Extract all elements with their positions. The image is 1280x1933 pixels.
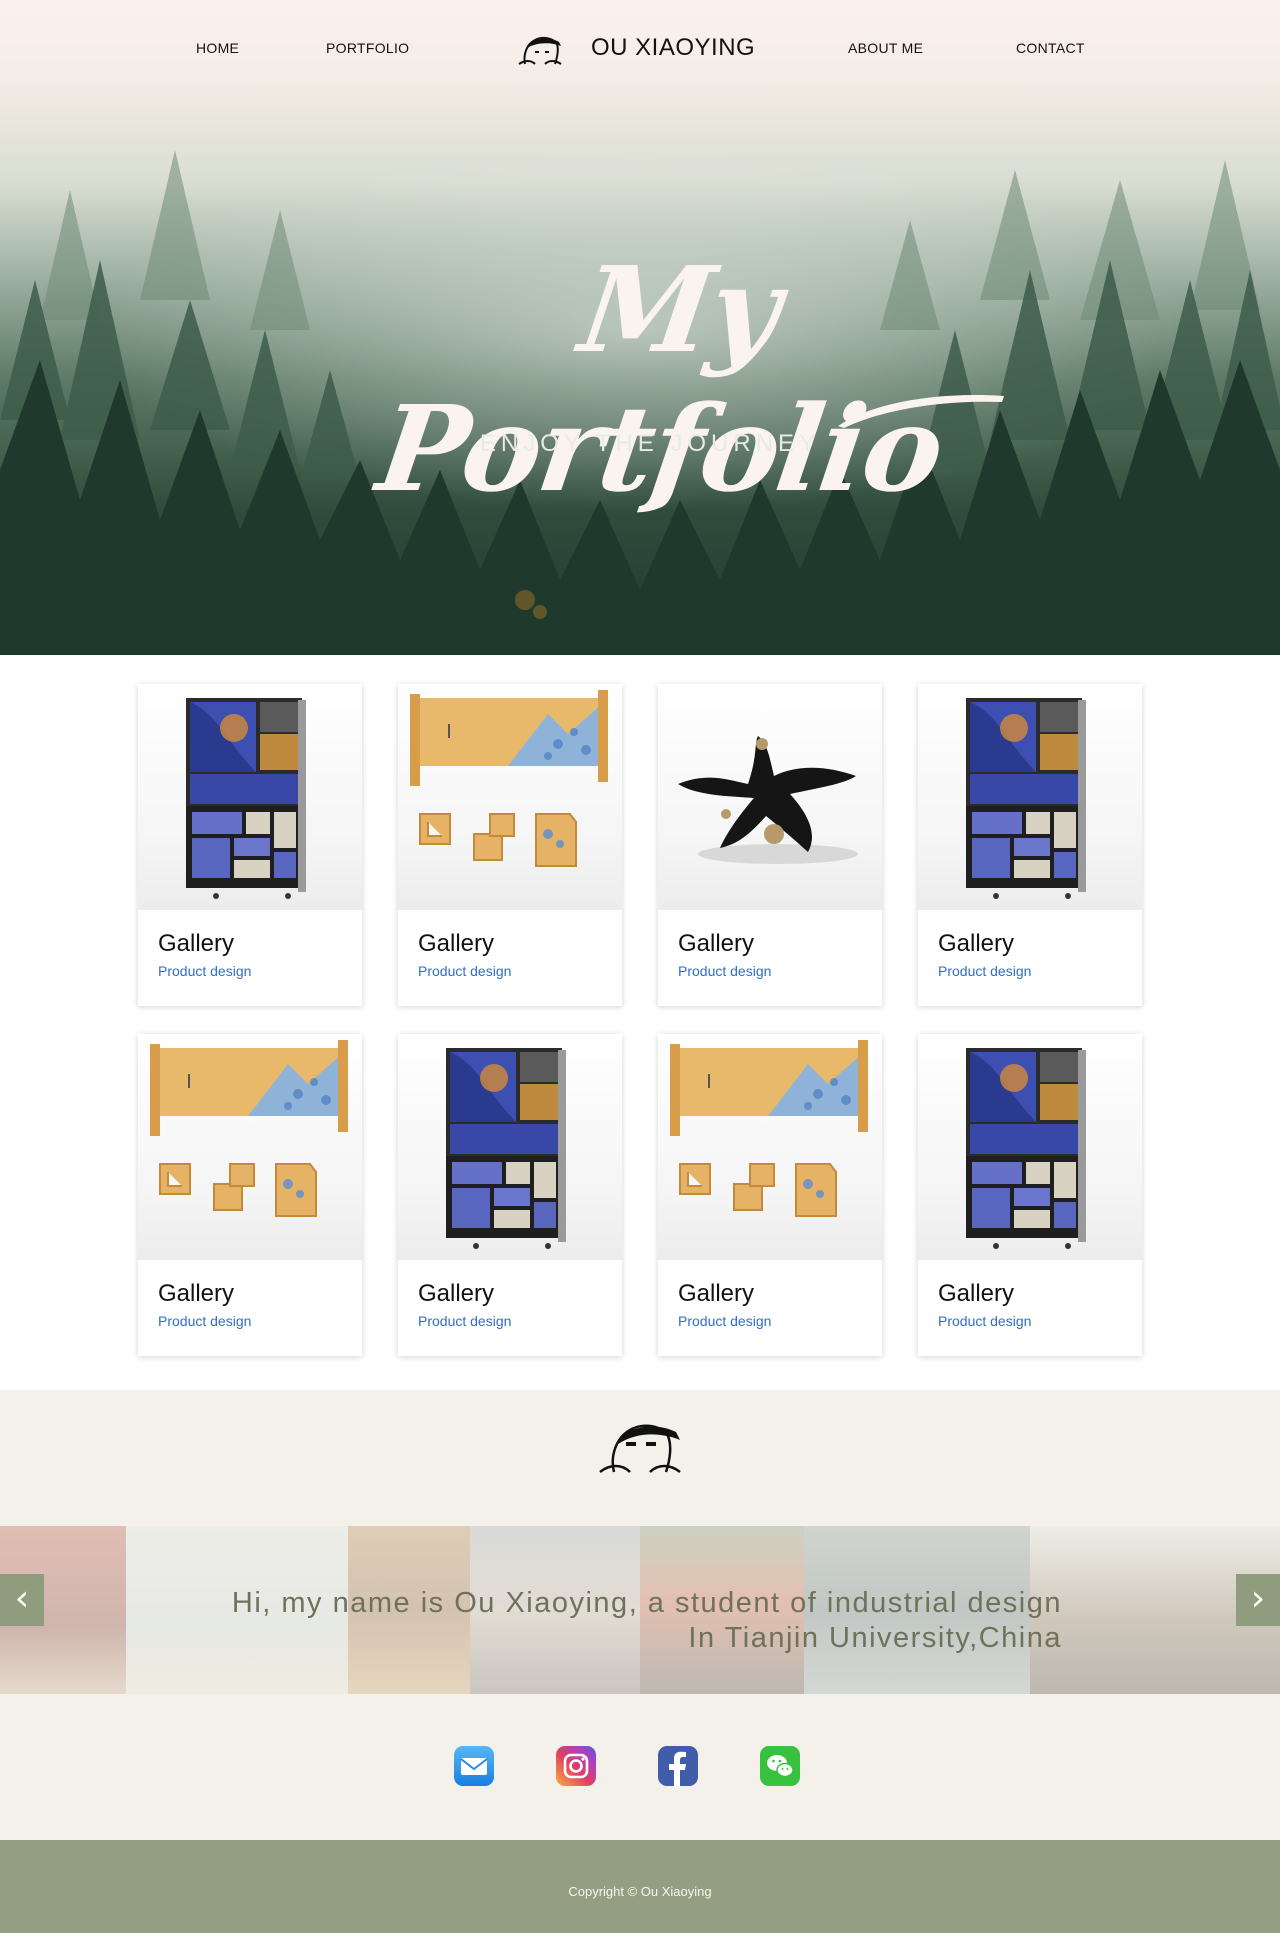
avatar-logo-icon — [518, 36, 562, 65]
card-title[interactable]: Gallery — [158, 930, 234, 958]
card-title[interactable]: Gallery — [678, 1280, 754, 1308]
footer: Copyright © Ou Xiaoying — [0, 1840, 1280, 1933]
intro-text: Hi, my name is Ou Xiaoying, a student of… — [232, 1586, 1062, 1656]
hero-banner: HOME PORTFOLIO OU XIAOYING ABOUT ME CONT… — [0, 0, 1280, 655]
copyright-text: Copyright © Ou Xiaoying — [568, 1884, 712, 1899]
card-subtitle[interactable]: Product design — [418, 963, 511, 979]
card-image[interactable] — [658, 1034, 882, 1260]
card-subtitle[interactable]: Product design — [938, 963, 1031, 979]
card-image[interactable] — [138, 684, 362, 910]
card-subtitle[interactable]: Product design — [418, 1313, 511, 1329]
nav-about[interactable]: ABOUT ME — [848, 40, 923, 56]
card-subtitle[interactable]: Product design — [938, 1313, 1031, 1329]
chevron-right-icon[interactable]: › — [1236, 1574, 1280, 1626]
hero-subtitle: ENJOY THE JOURNEY — [479, 430, 821, 457]
photo-strip: Hi, my name is Ou Xiaoying, a student of… — [0, 1526, 1280, 1694]
card-image[interactable] — [658, 684, 882, 910]
card-title[interactable]: Gallery — [938, 930, 1014, 958]
gallery-card[interactable]: Gallery Product design — [918, 684, 1142, 1006]
gallery-card[interactable]: Gallery Product design — [918, 1034, 1142, 1356]
social-links — [0, 1746, 1280, 1806]
gallery-card[interactable]: Gallery Product design — [398, 1034, 622, 1356]
card-subtitle[interactable]: Product design — [678, 963, 771, 979]
instagram-icon[interactable] — [556, 1746, 596, 1786]
hero-title: My Portfolio — [370, 240, 951, 518]
about-section: Hi, my name is Ou Xiaoying, a student of… — [0, 1390, 1280, 1840]
card-title[interactable]: Gallery — [418, 1280, 494, 1308]
chevron-left-icon[interactable]: ‹ — [0, 1574, 44, 1626]
card-title[interactable]: Gallery — [158, 1280, 234, 1308]
card-image[interactable] — [918, 684, 1142, 910]
card-subtitle[interactable]: Product design — [158, 963, 251, 979]
gallery-card[interactable]: Gallery Product design — [138, 684, 362, 1006]
card-title[interactable]: Gallery — [938, 1280, 1014, 1308]
gallery-card[interactable]: Gallery Product design — [398, 684, 622, 1006]
brand-name: OU XIAOYING — [591, 34, 756, 61]
card-subtitle[interactable]: Product design — [158, 1313, 251, 1329]
avatar-logo-icon — [599, 1424, 681, 1474]
swoosh-decoration — [838, 395, 1004, 428]
gallery-card[interactable]: Gallery Product design — [138, 1034, 362, 1356]
gallery-card[interactable]: Gallery Product design — [658, 1034, 882, 1356]
card-image[interactable] — [918, 1034, 1142, 1260]
card-title[interactable]: Gallery — [678, 930, 754, 958]
mail-icon[interactable] — [454, 1746, 494, 1786]
intro-line-1: Hi, my name is Ou Xiaoying, a student of… — [231, 1587, 1062, 1619]
intro-line-2: In Tianjin University,China — [688, 1622, 1062, 1654]
card-image[interactable] — [138, 1034, 362, 1260]
card-image[interactable] — [398, 1034, 622, 1260]
card-subtitle[interactable]: Product design — [678, 1313, 771, 1329]
facebook-icon[interactable] — [658, 1746, 698, 1786]
brand[interactable]: OU XIAOYING — [515, 28, 755, 68]
top-nav: HOME PORTFOLIO OU XIAOYING ABOUT ME CONT… — [0, 0, 1280, 100]
card-image[interactable] — [398, 684, 622, 910]
nav-portfolio[interactable]: PORTFOLIO — [326, 40, 409, 56]
gallery-card[interactable]: Gallery Product design — [658, 684, 882, 1006]
nav-home[interactable]: HOME — [196, 40, 239, 56]
nav-contact[interactable]: CONTACT — [1016, 40, 1085, 56]
card-title[interactable]: Gallery — [418, 930, 494, 958]
wechat-icon[interactable] — [760, 1746, 800, 1786]
